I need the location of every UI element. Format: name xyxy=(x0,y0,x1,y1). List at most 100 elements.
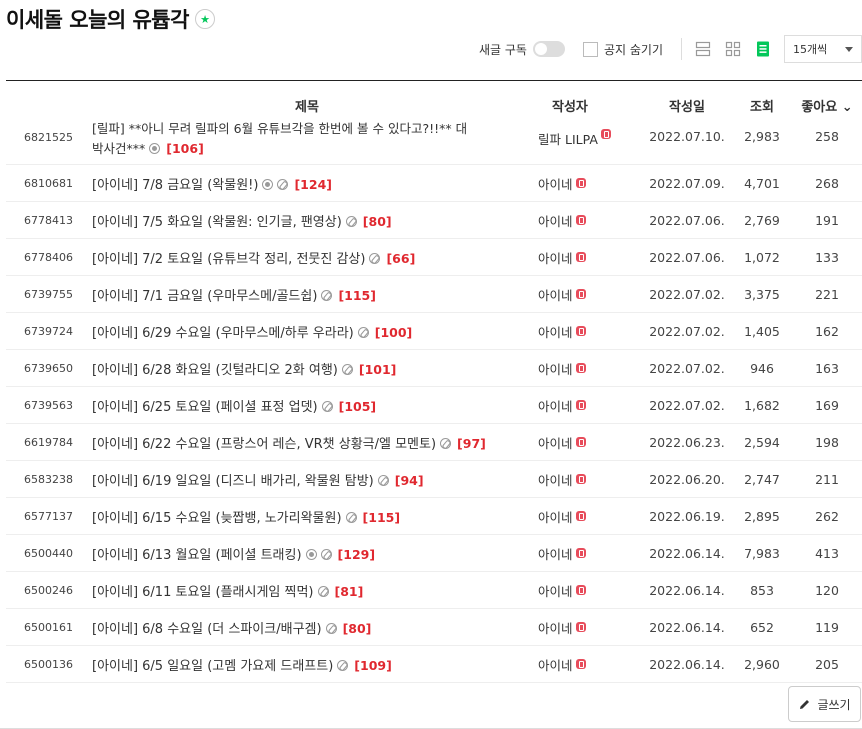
link-attached-icon xyxy=(320,548,332,560)
writer-name[interactable]: 아이네 xyxy=(538,655,573,674)
view-list-button[interactable] xyxy=(748,36,778,62)
writer-name[interactable]: 아이네 xyxy=(538,433,573,452)
comment-count[interactable]: [105] xyxy=(339,399,377,414)
article-title-cell[interactable]: [아이네] 7/8 금요일 (왁물원!) [124] xyxy=(84,165,530,201)
article-title-cell[interactable]: [아이네] 6/19 일요일 (디즈니 배가리, 왁물원 탐방) [94] xyxy=(84,461,530,497)
article-writer[interactable]: 아이네 xyxy=(530,313,642,349)
header-likes-sort[interactable]: 좋아요 ⌄ xyxy=(792,96,862,125)
article-writer[interactable]: 아이네 xyxy=(530,535,642,571)
favorite-star-icon[interactable]: ★ xyxy=(195,9,216,29)
article-writer[interactable]: 릴파 LILPA xyxy=(530,125,642,164)
writer-name[interactable]: 아이네 xyxy=(538,248,573,267)
comment-count[interactable]: [109] xyxy=(354,658,392,673)
comment-count[interactable]: [66] xyxy=(386,251,415,266)
comment-count[interactable]: [106] xyxy=(166,141,204,156)
writer-name[interactable]: 릴파 LILPA xyxy=(538,129,598,148)
article-writer[interactable]: 아이네 xyxy=(530,609,642,645)
article-title-cell[interactable]: [아이네] 6/5 일요일 (고멤 가요제 드래프트) [109] xyxy=(84,646,530,682)
article-likes: 221 xyxy=(815,286,839,302)
comment-count[interactable]: [81] xyxy=(335,584,364,599)
article-title-link[interactable]: [아이네] 6/5 일요일 (고멤 가요제 드래프트) [109] xyxy=(92,655,392,674)
article-writer[interactable]: 아이네 xyxy=(530,461,642,497)
writer-name[interactable]: 아이네 xyxy=(538,396,573,415)
view-card-button[interactable] xyxy=(688,36,718,62)
comment-count[interactable]: [115] xyxy=(338,288,376,303)
write-button[interactable]: 글쓰기 xyxy=(788,686,861,722)
per-page-select[interactable]: 15개씩 xyxy=(784,35,862,63)
article-title-link[interactable]: [아이네] 6/19 일요일 (디즈니 배가리, 왁물원 탐방) [94] xyxy=(92,470,424,489)
comment-count[interactable]: [124] xyxy=(294,177,332,192)
article-date: 2022.06.14. xyxy=(649,582,725,598)
article-writer[interactable]: 아이네 xyxy=(530,572,642,608)
article-writer[interactable]: 아이네 xyxy=(530,276,642,312)
article-title-cell[interactable]: [아이네] 7/2 토요일 (유튜브각 정리, 전뭇진 감상) [66] xyxy=(84,239,530,275)
article-writer[interactable]: 아이네 xyxy=(530,387,642,423)
writer-name[interactable]: 아이네 xyxy=(538,470,573,489)
article-title-link[interactable]: [아이네] 6/15 수요일 (늦짭뱅, 노가리왁물원) [115] xyxy=(92,507,400,526)
article-title-cell[interactable]: [아이네] 6/25 토요일 (페이셜 표정 업뎃) [105] xyxy=(84,387,530,423)
article-title-link[interactable]: [아이네] 6/28 화요일 (깃털라디오 2화 여행) [101] xyxy=(92,359,396,378)
hide-notice-group[interactable]: 공지 숨기기 xyxy=(582,41,663,58)
article-title-cell[interactable]: [아이네] 6/29 수요일 (우마무스메/하루 우라라) [100] xyxy=(84,313,530,349)
writer-name[interactable]: 아이네 xyxy=(538,581,573,600)
table-row: 6500136 [아이네] 6/5 일요일 (고멤 가요제 드래프트) [109] 아… xyxy=(6,646,862,683)
article-title-text: [아이네] 7/1 금요일 (우마무스메/골드쉽) xyxy=(92,288,318,304)
article-id: 6619784 xyxy=(24,435,73,449)
comment-count[interactable]: [97] xyxy=(457,436,486,451)
article-writer[interactable]: 아이네 xyxy=(530,239,642,275)
subscribe-toggle-group[interactable]: 새글 구독 xyxy=(479,41,565,58)
article-title-link[interactable]: [릴파] **아니 무려 릴파의 6월 유튜브각을 한번에 볼 수 있다고?!!… xyxy=(92,119,467,159)
view-album-button[interactable] xyxy=(718,36,748,62)
comment-count[interactable]: [101] xyxy=(359,362,397,377)
article-title-link[interactable]: [아이네] 6/22 수요일 (프랑스어 레슨, VR챗 상황극/엘 모멘토) [… xyxy=(92,433,486,452)
article-writer[interactable]: 아이네 xyxy=(530,424,642,460)
article-writer[interactable]: 아이네 xyxy=(530,498,642,534)
comment-count[interactable]: [80] xyxy=(343,621,372,636)
article-title-link[interactable]: [아이네] 6/8 수요일 (더 스파이크/배구겜) [80] xyxy=(92,618,371,637)
article-title-cell[interactable]: [아이네] 6/22 수요일 (프랑스어 레슨, VR챗 상황극/엘 모멘토) [… xyxy=(84,424,530,460)
link-attached-icon xyxy=(345,511,357,523)
article-title-link[interactable]: [아이네] 7/2 토요일 (유튜브각 정리, 전뭇진 감상) [66] xyxy=(92,248,415,267)
article-title-link[interactable]: [아이네] 6/11 토요일 (플래시게임 찍먹) [81] xyxy=(92,581,363,600)
article-title-cell[interactable]: [아이네] 6/8 수요일 (더 스파이크/배구겜) [80] xyxy=(84,609,530,645)
article-title-cell[interactable]: [아이네] 6/11 토요일 (플래시게임 찍먹) [81] xyxy=(84,572,530,608)
writer-name[interactable]: 아이네 xyxy=(538,507,573,526)
article-title-link[interactable]: [아이네] 6/29 수요일 (우마무스메/하루 우라라) [100] xyxy=(92,322,412,341)
comment-count[interactable]: [80] xyxy=(363,214,392,229)
writer-name[interactable]: 아이네 xyxy=(538,359,573,378)
article-title-cell[interactable]: [아이네] 6/13 월요일 (페이셜 트래킹) [129] xyxy=(84,535,530,571)
article-title-link[interactable]: [아이네] 7/8 금요일 (왁물원!) [124] xyxy=(92,174,332,193)
comment-count[interactable]: [94] xyxy=(395,473,424,488)
writer-name[interactable]: 아이네 xyxy=(538,618,573,637)
article-title-link[interactable]: [아이네] 7/5 화요일 (왁물원: 인기글, 팬영상) [80] xyxy=(92,211,392,230)
image-attached-icon xyxy=(149,143,161,154)
article-title-link[interactable]: [아이네] 6/13 월요일 (페이셜 트래킹) [129] xyxy=(92,544,375,563)
link-attached-icon xyxy=(357,326,369,338)
hide-notice-checkbox[interactable] xyxy=(582,41,598,57)
article-writer[interactable]: 아이네 xyxy=(530,165,642,201)
comment-count[interactable]: [100] xyxy=(375,325,413,340)
article-title-cell[interactable]: [아이네] 7/5 화요일 (왁물원: 인기글, 팬영상) [80] xyxy=(84,202,530,238)
article-title-cell[interactable]: [아이네] 7/1 금요일 (우마무스메/골드쉽) [115] xyxy=(84,276,530,312)
list-view-icon xyxy=(757,41,769,57)
writer-name[interactable]: 아이네 xyxy=(538,285,573,304)
article-title-link[interactable]: [아이네] 7/1 금요일 (우마무스메/골드쉽) [115] xyxy=(92,285,376,304)
subscribe-toggle[interactable] xyxy=(532,41,565,57)
writer-name[interactable]: 아이네 xyxy=(538,322,573,341)
article-writer[interactable]: 아이네 xyxy=(530,350,642,386)
article-title-link[interactable]: [아이네] 6/25 토요일 (페이셜 표정 업뎃) [105] xyxy=(92,396,376,415)
member-badge-icon xyxy=(575,585,586,595)
writer-name[interactable]: 아이네 xyxy=(538,211,573,230)
article-title-cell[interactable]: [아이네] 6/15 수요일 (늦짭뱅, 노가리왁물원) [115] xyxy=(84,498,530,534)
comment-count[interactable]: [129] xyxy=(338,547,376,562)
article-writer[interactable]: 아이네 xyxy=(530,202,642,238)
writer-name[interactable]: 아이네 xyxy=(538,544,573,563)
article-writer[interactable]: 아이네 xyxy=(530,646,642,682)
writer-name[interactable]: 아이네 xyxy=(538,174,573,193)
table-row: 6810681 [아이네] 7/8 금요일 (왁물원!) [124] 아이네 2022.… xyxy=(6,165,862,202)
article-title-cell[interactable]: [아이네] 6/28 화요일 (깃털라디오 2화 여행) [101] xyxy=(84,350,530,386)
article-likes: 119 xyxy=(815,619,839,635)
comment-count[interactable]: [115] xyxy=(363,510,401,525)
article-title-text-cont: 박사건*** xyxy=(92,141,146,156)
article-title-cell[interactable]: [릴파] **아니 무려 릴파의 6월 유튜브각을 한번에 볼 수 있다고?!!… xyxy=(84,119,530,164)
